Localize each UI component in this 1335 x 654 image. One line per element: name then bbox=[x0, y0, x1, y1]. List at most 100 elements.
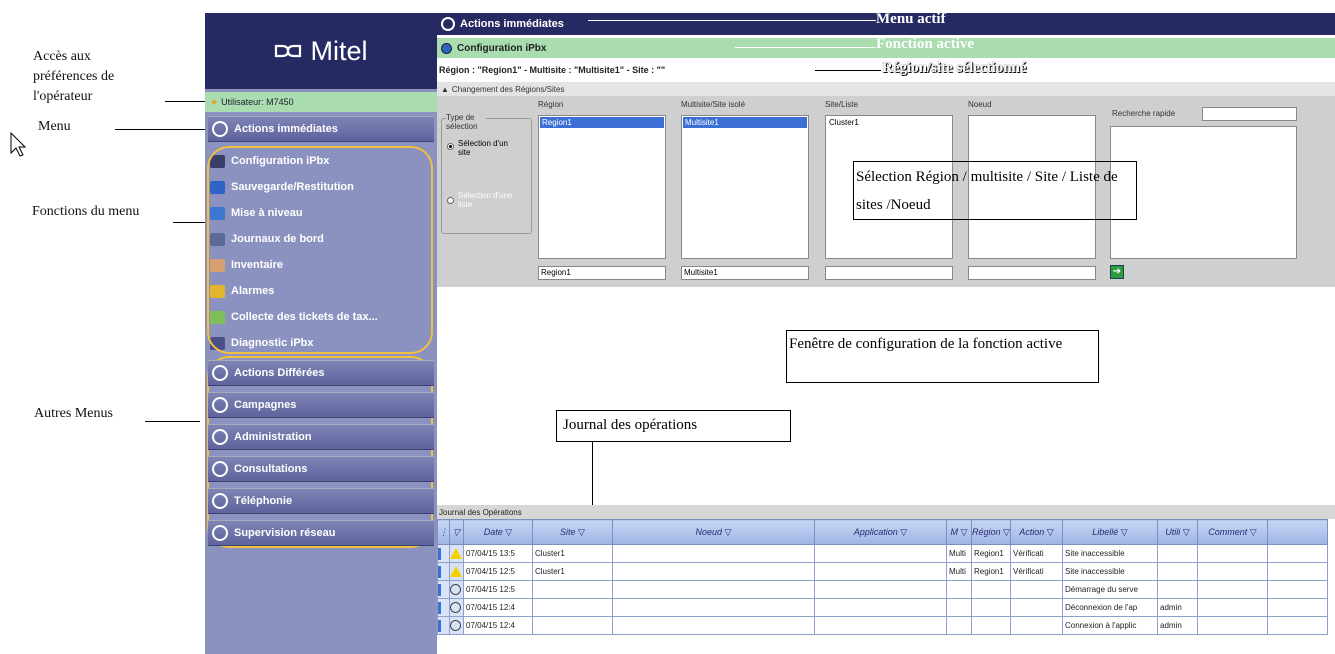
table-row[interactable]: 07/04/15 12:4 Déconnexion de l'ap admin bbox=[437, 598, 1328, 617]
table-cell: 07/04/15 12:4 bbox=[463, 598, 533, 617]
menu-item[interactable]: Supervision réseau bbox=[208, 520, 434, 546]
annotation-active-menu: Menu actif bbox=[876, 11, 946, 27]
collapse-icon[interactable]: ▲ bbox=[441, 85, 449, 94]
user-preferences[interactable]: ★ Utilisateur: M7450 bbox=[205, 92, 437, 112]
region-input[interactable]: Region1 bbox=[538, 266, 666, 280]
menu-actions-immediates[interactable]: Actions immédiates bbox=[208, 116, 434, 142]
go-arrow-button[interactable]: ➔ bbox=[1110, 265, 1124, 279]
node-input[interactable] bbox=[968, 266, 1096, 280]
change-label: Changement des Régions/Sites bbox=[451, 84, 565, 94]
menu-item[interactable]: Consultations bbox=[208, 456, 434, 482]
row-marker bbox=[437, 544, 450, 563]
book-icon bbox=[212, 461, 228, 477]
table-cell bbox=[1267, 616, 1328, 635]
table-cell: Cluster1 bbox=[532, 562, 613, 581]
annotation-journal: Journal des opérations bbox=[556, 410, 791, 442]
row-marker bbox=[437, 562, 450, 581]
filter-icon[interactable]: ▽ bbox=[1118, 527, 1128, 537]
radio-list[interactable] bbox=[447, 197, 454, 204]
column-selector[interactable]: ⋮ bbox=[437, 519, 450, 545]
table-cell bbox=[814, 616, 947, 635]
column-header-label: Noeud bbox=[695, 526, 723, 537]
column-multisite: Multisite/Site isolé bbox=[681, 100, 746, 109]
change-regions-bar[interactable]: ▲ Changement des Régions/Sites bbox=[437, 82, 1335, 96]
list-item[interactable]: Region1 bbox=[540, 117, 664, 128]
column-header[interactable]: Libellé ▽ bbox=[1062, 519, 1158, 545]
table-cell bbox=[1010, 580, 1063, 599]
table-cell bbox=[971, 616, 1011, 635]
filter-icon[interactable]: ▽ bbox=[1247, 527, 1257, 537]
table-row[interactable]: 07/04/15 13:5 Cluster1 Multi Region1 Vérific… bbox=[437, 544, 1328, 563]
column-header[interactable]: Utili ▽ bbox=[1157, 519, 1198, 545]
mitel-logo: Mitel bbox=[205, 13, 437, 89]
table-cell bbox=[814, 580, 947, 599]
column-header-label: Libellé bbox=[1092, 526, 1119, 537]
table-cell bbox=[814, 544, 947, 563]
column-header[interactable]: Date ▽ bbox=[463, 519, 533, 545]
multisite-list[interactable]: Multisite1 bbox=[681, 115, 809, 259]
table-cell bbox=[1267, 580, 1328, 599]
region-list[interactable]: Region1 bbox=[538, 115, 666, 259]
gear-icon bbox=[441, 42, 452, 54]
menu-item[interactable]: Téléphonie bbox=[208, 488, 434, 514]
filter-icon[interactable]: ▽ bbox=[1044, 527, 1054, 537]
column-site: Site/Liste bbox=[825, 100, 858, 109]
menu-item[interactable]: Administration bbox=[208, 424, 434, 450]
menu-item[interactable]: Actions Différées bbox=[208, 360, 434, 386]
table-cell bbox=[532, 598, 613, 617]
table-cell bbox=[1197, 598, 1268, 617]
filter-icon[interactable]: ▽ bbox=[1180, 527, 1190, 537]
user-icon: ★ bbox=[210, 96, 219, 107]
network-icon bbox=[212, 525, 228, 541]
column-header[interactable]: M ▽ bbox=[946, 519, 972, 545]
column-header-label: Application bbox=[853, 526, 898, 537]
filter-icon[interactable]: ▽ bbox=[722, 527, 732, 537]
table-row[interactable]: 07/04/15 12:5 Cluster1 Multi Region1 Vérific… bbox=[437, 562, 1328, 581]
quick-search-input[interactable] bbox=[1202, 107, 1297, 121]
table-row[interactable]: 07/04/15 12:5 Démarrage du serve bbox=[437, 580, 1328, 599]
column-header[interactable]: Noeud ▽ bbox=[612, 519, 815, 545]
multisite-input[interactable]: Multisite1 bbox=[681, 266, 809, 280]
column-header[interactable]: Comment ▽ bbox=[1197, 519, 1268, 545]
clock-icon bbox=[449, 616, 464, 635]
column-header[interactable]: Application ▽ bbox=[814, 519, 947, 545]
filter-icon[interactable]: ▽ bbox=[503, 527, 512, 537]
actions-icon bbox=[441, 17, 455, 31]
column-header[interactable]: Site ▽ bbox=[532, 519, 613, 545]
logo-text: Mitel bbox=[310, 35, 368, 66]
annotation-other-menus: Autres Menus bbox=[34, 406, 113, 421]
annotation-preferences: Accès aux préférences de l'opérateur bbox=[33, 49, 115, 104]
filter-icon[interactable]: ▽ bbox=[449, 519, 464, 545]
table-cell bbox=[1197, 616, 1268, 635]
column-header[interactable]: Action ▽ bbox=[1010, 519, 1063, 545]
journal-header: Journal des Opérations bbox=[437, 505, 1335, 519]
table-row[interactable]: 07/04/15 12:4 Connexion à l'applic admin bbox=[437, 616, 1328, 635]
row-marker bbox=[437, 580, 450, 599]
filter-icon[interactable]: ▽ bbox=[576, 527, 585, 537]
list-item[interactable]: Multisite1 bbox=[683, 117, 807, 128]
table-cell: Region1 bbox=[971, 562, 1011, 581]
site-input[interactable] bbox=[825, 266, 953, 280]
table-cell: 07/04/15 12:5 bbox=[463, 562, 533, 581]
menu-label: Administration bbox=[234, 431, 312, 443]
column-header[interactable]: Région ▽ bbox=[971, 519, 1011, 545]
table-cell: admin bbox=[1157, 598, 1198, 617]
column-header-label: Site bbox=[560, 526, 576, 537]
table-cell bbox=[612, 580, 815, 599]
filter-icon[interactable]: ▽ bbox=[898, 527, 907, 537]
table-cell: admin bbox=[1157, 616, 1198, 635]
column-header-label: Utili bbox=[1165, 526, 1181, 537]
menu-item[interactable]: Campagnes bbox=[208, 392, 434, 418]
quick-search-results[interactable] bbox=[1110, 126, 1297, 259]
table-cell: 07/04/15 12:4 bbox=[463, 616, 533, 635]
table-cell bbox=[971, 598, 1011, 617]
table-cell bbox=[814, 562, 947, 581]
radio-site[interactable] bbox=[447, 143, 454, 150]
filter-icon[interactable]: ▽ bbox=[1001, 527, 1009, 537]
table-cell bbox=[1010, 616, 1063, 635]
list-item[interactable]: Cluster1 bbox=[827, 117, 951, 128]
selected-region-text: Région : "Region1" - Multisite : "Multis… bbox=[439, 65, 666, 75]
table-cell bbox=[612, 616, 815, 635]
filter-icon[interactable]: ▽ bbox=[958, 527, 968, 537]
pointer-line bbox=[165, 101, 210, 102]
